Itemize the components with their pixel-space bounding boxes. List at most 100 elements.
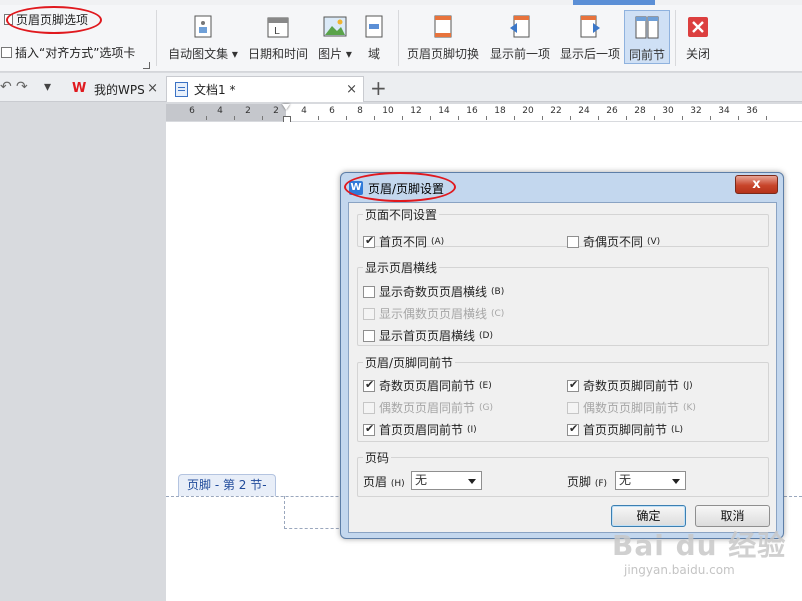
ruler-tick [626, 116, 627, 120]
checkbox-label: 显示奇数页页眉横线 [379, 285, 488, 299]
checkbox-label: 偶数页页脚同前节 [583, 401, 680, 415]
show-next-icon [577, 14, 603, 40]
first-header-line-checkbox[interactable]: 显示首页页眉横线 (D) [363, 327, 493, 344]
odd-even-different-checkbox[interactable]: 奇偶页不同 (V) [567, 233, 660, 250]
ruler-tick [262, 116, 263, 120]
group-label: 显示页眉横线 [363, 259, 440, 276]
footer-section-tag: 页脚 - 第 2 节- [178, 474, 276, 496]
odd-header-line-checkbox[interactable]: 显示奇数页页眉横线 (B) [363, 283, 504, 300]
checkbox-label: 显示首页页眉横线 [379, 329, 476, 343]
header-footer-switch-button[interactable]: 页眉页脚切换 [404, 14, 482, 62]
checkbox-icon [363, 378, 375, 392]
tab-label: 我的WPS [94, 82, 145, 97]
tab-my-wps[interactable]: W 我的WPS × [64, 76, 164, 102]
ruler-tick [570, 116, 571, 120]
redo-icon[interactable]: ↷ [16, 79, 28, 95]
even-header-line-checkbox[interactable]: 显示偶数页页眉横线 (C) [363, 305, 504, 322]
document-tab-bar: ↶ ↷ ▾ W 我的WPS × 文档1 * × + [0, 73, 802, 102]
group-label: 页面不同设置 [363, 206, 440, 223]
header-page-number-select[interactable]: 无 [411, 471, 482, 490]
ruler-number: 10 [382, 106, 394, 116]
same-as-previous-label: 同前节 [628, 48, 665, 62]
tab-close-icon[interactable]: × [346, 82, 357, 97]
ruler-number: 18 [494, 106, 506, 116]
ruler-number: 28 [634, 106, 646, 116]
new-tab-icon[interactable]: + [370, 76, 387, 100]
header-footer-switch-label: 页眉页脚切换 [406, 47, 479, 61]
active-ribbon-tab[interactable] [573, 0, 655, 5]
odd-footer-same-checkbox[interactable]: 奇数页页脚同前节(J) [567, 377, 693, 394]
tab-document-1[interactable]: 文档1 * × [166, 76, 364, 102]
indent-marker[interactable] [282, 104, 291, 123]
show-previous-icon [507, 14, 533, 40]
select-value: 无 [619, 473, 632, 487]
tab-label: 文档1 * [194, 83, 236, 97]
quick-access-dropdown-icon[interactable]: ▾ [44, 79, 51, 95]
checkbox-label: 偶数页页眉同前节 [379, 401, 476, 415]
checkbox-label: 首页页脚同前节 [583, 423, 668, 437]
ruler-tick [766, 116, 767, 120]
dialog-body: 页面不同设置 首页不同(A) 奇偶页不同(V) 显示页眉横线 显示奇数页页眉横线… [348, 202, 777, 533]
checkbox-label: 首页不同 [379, 235, 428, 249]
checkbox-icon [567, 422, 579, 436]
checkbox-label: 奇偶页不同 [583, 235, 644, 249]
hotkey-label: (A) [431, 236, 445, 247]
show-next-button[interactable]: 显示后一项 [555, 14, 625, 62]
ruler-number: 32 [690, 106, 702, 116]
horizontal-ruler[interactable]: 6 4 2 2 4 6 8 10 12 14 16 18 20 22 24 26 28 30 32 34 36 [166, 104, 802, 121]
date-time-label: 日期和时间 [247, 47, 308, 61]
first-footer-same-checkbox[interactable]: 首页页脚同前节(L) [567, 421, 683, 438]
label-text: 页眉 [363, 475, 388, 489]
hotkey-label: (F) [594, 479, 608, 489]
same-as-previous-button[interactable]: 同前节 [624, 10, 670, 64]
footer-page-number-label: 页脚 (F) [567, 473, 607, 490]
insert-icon [1, 47, 12, 58]
ribbon-separator [675, 10, 676, 66]
header-page-number-label: 页眉 (H) [363, 473, 405, 490]
group-label: 页眉/页脚同前节 [363, 354, 456, 371]
group-launcher-icon[interactable] [143, 62, 150, 69]
close-header-footer-button[interactable]: 关闭 [677, 14, 719, 62]
checkbox-label: 奇数页页眉同前节 [379, 379, 476, 393]
hotkey-label: (I) [467, 424, 477, 435]
checkbox-icon [363, 307, 375, 320]
ruler-tick [234, 116, 235, 120]
autotext-label: 自动图文集 ▾ [168, 47, 238, 61]
first-page-different-checkbox[interactable]: 首页不同(A) [363, 233, 444, 250]
checkbox-icon [363, 285, 375, 298]
calendar-icon: L [265, 14, 291, 40]
ruler-tick [598, 116, 599, 120]
even-header-same-checkbox[interactable]: 偶数页页眉同前节 (G) [363, 399, 493, 416]
document-icon [175, 82, 188, 97]
ribbon-separator [156, 10, 157, 66]
date-time-button[interactable]: L 日期和时间 [243, 14, 313, 62]
field-icon [361, 14, 387, 40]
header-footer-settings-dialog: W 页眉/页脚设置 x 页面不同设置 首页不同(A) 奇偶页不同(V) 显示页眉… [340, 172, 784, 539]
odd-header-same-checkbox[interactable]: 奇数页页眉同前节(E) [363, 377, 492, 394]
footer-page-number-select[interactable]: 无 [615, 471, 686, 490]
show-previous-button[interactable]: 显示前一项 [485, 14, 555, 62]
field-button[interactable]: 域 [352, 14, 396, 62]
dialog-close-button[interactable]: x [735, 175, 778, 194]
ruler-tick [738, 116, 739, 120]
footer-edit-area[interactable] [284, 496, 344, 529]
checkbox-icon [363, 234, 375, 248]
undo-icon[interactable]: ↶ [0, 79, 12, 95]
ruler-tick [542, 116, 543, 120]
tab-close-icon[interactable]: × [147, 81, 158, 96]
even-footer-same-checkbox[interactable]: 偶数页页脚同前节 (K) [567, 399, 696, 416]
checkbox-icon [363, 401, 375, 414]
hotkey-label: (J) [683, 380, 693, 391]
ruler-tick [458, 116, 459, 120]
ruler-number: 36 [746, 106, 758, 116]
first-header-same-checkbox[interactable]: 首页页眉同前节(I) [363, 421, 477, 438]
autotext-button[interactable]: 自动图文集 ▾ [168, 14, 238, 62]
close-label: 关闭 [685, 47, 710, 61]
chevron-down-icon [468, 479, 476, 484]
ruler-number: 20 [522, 106, 534, 116]
ruler-number: 26 [606, 106, 618, 116]
ruler-tick [654, 116, 655, 120]
ruler-tick [514, 116, 515, 120]
insert-align-tab-button[interactable]: 插入“对齐方式”选项卡 [1, 44, 135, 61]
ruler-number: 22 [550, 106, 562, 116]
